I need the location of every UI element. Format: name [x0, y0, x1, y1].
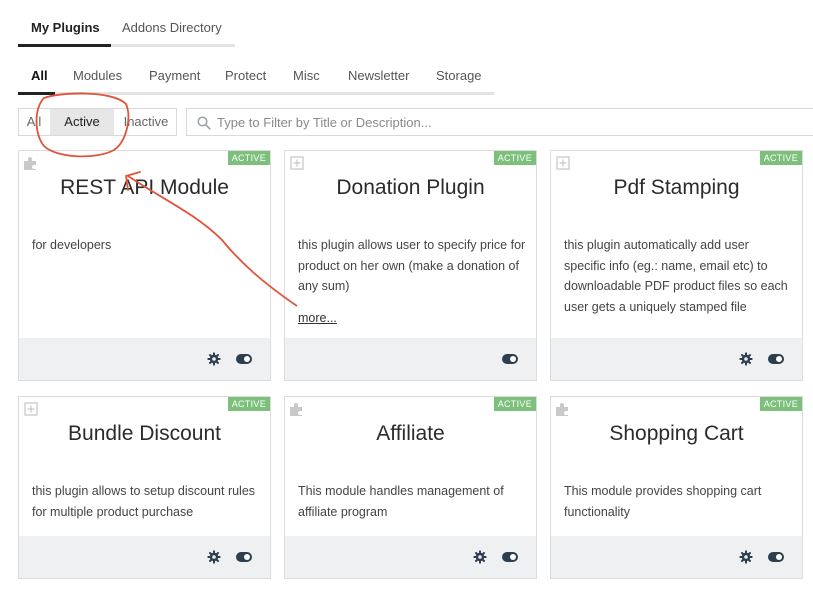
plugin-card: ACTIVE REST API Module for developers: [18, 150, 271, 381]
plus-square-icon: [24, 402, 38, 416]
tab-protect[interactable]: Protect: [225, 68, 266, 83]
plugin-description: This module handles management of affili…: [298, 484, 504, 519]
plugin-title: Affiliate: [376, 422, 445, 445]
gear-icon[interactable]: [207, 550, 221, 564]
active-tab-indicator: [18, 44, 111, 47]
puzzle-icon: [556, 403, 568, 416]
card-footer: [19, 338, 270, 380]
tab-addons-directory[interactable]: Addons Directory: [122, 20, 222, 35]
enable-toggle[interactable]: [236, 552, 252, 562]
top-tabs: My Plugins Addons Directory: [18, 10, 235, 47]
enable-toggle[interactable]: [502, 354, 518, 364]
plugin-description: for developers: [32, 238, 112, 252]
plus-square-icon: [290, 156, 304, 170]
filter-active-button[interactable]: Active: [50, 109, 114, 135]
status-badge: ACTIVE: [227, 151, 270, 165]
plugin-description: This module provides shopping cart funct…: [564, 484, 762, 519]
plugin-title: Shopping Cart: [609, 422, 744, 445]
active-category-indicator: [18, 92, 55, 95]
tab-modules[interactable]: Modules: [73, 68, 122, 83]
gear-icon[interactable]: [739, 352, 753, 366]
card-footer: [285, 338, 536, 380]
category-tabs: All Modules Payment Protect Misc Newslet…: [18, 58, 494, 95]
plugin-description: this plugin allows to setup discount rul…: [32, 484, 256, 519]
filter-all-button[interactable]: All: [19, 109, 49, 135]
tab-storage[interactable]: Storage: [436, 68, 482, 83]
status-badge: ACTIVE: [493, 151, 536, 165]
tab-my-plugins[interactable]: My Plugins: [31, 20, 100, 35]
plugin-card: ACTIVE Bundle Discount this plugin allow…: [18, 396, 271, 579]
status-badge: ACTIVE: [759, 397, 802, 411]
plugin-card: ACTIVE Donation Plugin this plugin allow…: [284, 150, 537, 381]
tab-misc[interactable]: Misc: [293, 68, 320, 83]
search-input[interactable]: [217, 109, 797, 135]
plugin-description: this plugin automatically add user speci…: [564, 238, 788, 314]
plugin-title: Bundle Discount: [68, 422, 221, 445]
card-footer: [19, 536, 270, 578]
enable-toggle[interactable]: [768, 354, 784, 364]
plugin-title: REST API Module: [60, 176, 229, 199]
status-filter: All Active Inactive: [18, 108, 177, 136]
status-badge: ACTIVE: [759, 151, 802, 165]
plugin-description: this plugin allows user to specify price…: [298, 238, 526, 293]
tab-payment[interactable]: Payment: [149, 68, 200, 83]
search-box: [186, 108, 813, 136]
status-badge: ACTIVE: [493, 397, 536, 411]
search-icon: [197, 116, 211, 130]
gear-icon[interactable]: [473, 550, 487, 564]
plugin-title: Pdf Stamping: [613, 176, 740, 199]
enable-toggle[interactable]: [502, 552, 518, 562]
plugin-card: ACTIVE Affiliate This module handles man…: [284, 396, 537, 579]
tab-newsletter[interactable]: Newsletter: [348, 68, 409, 83]
plugin-title: Donation Plugin: [336, 176, 485, 199]
tab-all[interactable]: All: [31, 68, 48, 83]
gear-icon[interactable]: [739, 550, 753, 564]
gear-icon[interactable]: [207, 352, 221, 366]
plus-square-icon: [556, 156, 570, 170]
enable-toggle[interactable]: [236, 354, 252, 364]
more-link[interactable]: more...: [298, 311, 337, 325]
puzzle-icon: [290, 403, 302, 416]
plugin-card: ACTIVE Pdf Stamping this plugin automati…: [550, 150, 803, 381]
enable-toggle[interactable]: [768, 552, 784, 562]
filter-inactive-button[interactable]: Inactive: [115, 109, 177, 135]
status-badge: ACTIVE: [227, 397, 270, 411]
card-footer: [285, 536, 536, 578]
card-footer: [551, 338, 802, 380]
puzzle-icon: [24, 157, 36, 170]
plugin-card: ACTIVE Shopping Cart This module provide…: [550, 396, 803, 579]
card-footer: [551, 536, 802, 578]
